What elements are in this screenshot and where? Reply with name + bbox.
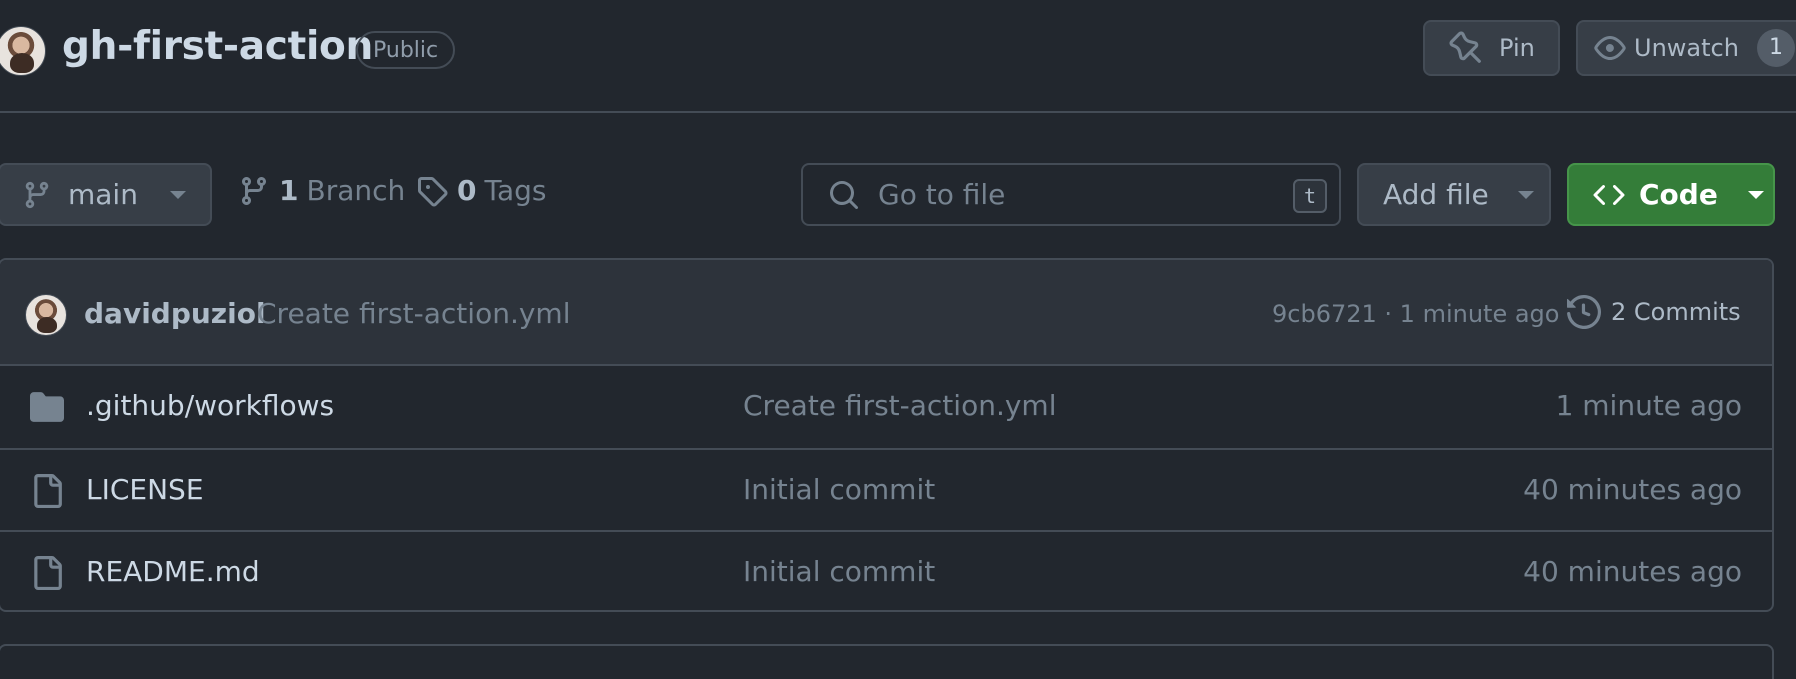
file-row-workflows[interactable]: .github/workflows Create first-action.ym… bbox=[0, 366, 1772, 448]
code-icon bbox=[1593, 184, 1625, 205]
author-avatar[interactable] bbox=[25, 294, 67, 336]
file-row-readme[interactable]: README.md Initial commit 40 minutes ago bbox=[0, 530, 1772, 610]
watch-counter: 1 bbox=[1756, 29, 1795, 67]
code-button[interactable]: Code bbox=[1567, 163, 1775, 226]
branch-name: main bbox=[68, 178, 138, 211]
tags-link[interactable]: 0 Tags bbox=[416, 174, 546, 207]
chevron-down-icon bbox=[1747, 190, 1764, 199]
git-branch-icon bbox=[241, 176, 266, 205]
pin-label: Pin bbox=[1499, 34, 1535, 62]
commit-hash-time[interactable]: 9cb6721 · 1 minute ago bbox=[1272, 300, 1559, 328]
unwatch-button[interactable]: Unwatch 1 bbox=[1576, 20, 1796, 76]
readme-panel bbox=[0, 644, 1774, 679]
branches-link[interactable]: 1 Branch bbox=[238, 174, 405, 207]
commits-history-link[interactable]: 2 Commits bbox=[1567, 295, 1741, 329]
file-name[interactable]: .github/workflows bbox=[86, 389, 334, 422]
chevron-down-icon bbox=[169, 190, 186, 199]
pin-icon bbox=[1449, 31, 1481, 63]
file-age: 1 minute ago bbox=[1555, 389, 1742, 422]
go-to-file-search[interactable]: t bbox=[801, 163, 1341, 226]
file-commit-message[interactable]: Initial commit bbox=[743, 473, 935, 506]
file-row-license[interactable]: LICENSE Initial commit 40 minutes ago bbox=[0, 448, 1772, 530]
unwatch-label: Unwatch bbox=[1634, 34, 1739, 62]
search-input[interactable] bbox=[878, 178, 1339, 211]
code-label: Code bbox=[1639, 178, 1718, 211]
visibility-badge: Public bbox=[356, 31, 456, 69]
pin-button[interactable]: Pin bbox=[1423, 20, 1560, 76]
git-branch-icon bbox=[25, 181, 49, 208]
add-file-button[interactable]: Add file bbox=[1357, 163, 1551, 226]
file-browser: davidpuziol Create first-action.yml 9cb6… bbox=[0, 258, 1774, 612]
latest-commit-bar: davidpuziol Create first-action.yml 9cb6… bbox=[0, 260, 1772, 366]
keyboard-shortcut-hint: t bbox=[1293, 179, 1327, 213]
file-name[interactable]: LICENSE bbox=[86, 473, 204, 506]
file-icon bbox=[34, 556, 62, 590]
folder-icon bbox=[30, 392, 64, 422]
eye-icon bbox=[1594, 36, 1626, 60]
repository-page: gh-first-action Public Pin Unwatch 1 mai… bbox=[0, 0, 1796, 679]
tag-icon bbox=[418, 176, 448, 207]
branch-selector[interactable]: main bbox=[0, 163, 212, 226]
add-file-label: Add file bbox=[1383, 178, 1489, 211]
owner-avatar[interactable] bbox=[0, 26, 46, 76]
file-name[interactable]: README.md bbox=[86, 555, 260, 588]
file-commit-message[interactable]: Create first-action.yml bbox=[743, 389, 1056, 422]
repo-title[interactable]: gh-first-action bbox=[62, 24, 373, 69]
tag-label: Tags bbox=[484, 174, 547, 207]
chevron-down-icon bbox=[1517, 190, 1534, 199]
tag-count: 0 bbox=[457, 174, 477, 207]
branch-count: 1 bbox=[279, 174, 299, 207]
file-icon bbox=[34, 474, 62, 508]
commits-label: 2 Commits bbox=[1611, 298, 1741, 326]
file-age: 40 minutes ago bbox=[1523, 555, 1742, 588]
file-commit-message[interactable]: Initial commit bbox=[743, 555, 935, 588]
repo-header: gh-first-action Public Pin Unwatch 1 bbox=[0, 0, 1796, 113]
branch-label: Branch bbox=[306, 174, 406, 207]
history-icon bbox=[1567, 295, 1601, 329]
file-age: 40 minutes ago bbox=[1523, 473, 1742, 506]
commit-author[interactable]: davidpuziol bbox=[84, 297, 266, 330]
commit-message[interactable]: Create first-action.yml bbox=[257, 297, 570, 330]
search-icon bbox=[830, 180, 859, 209]
